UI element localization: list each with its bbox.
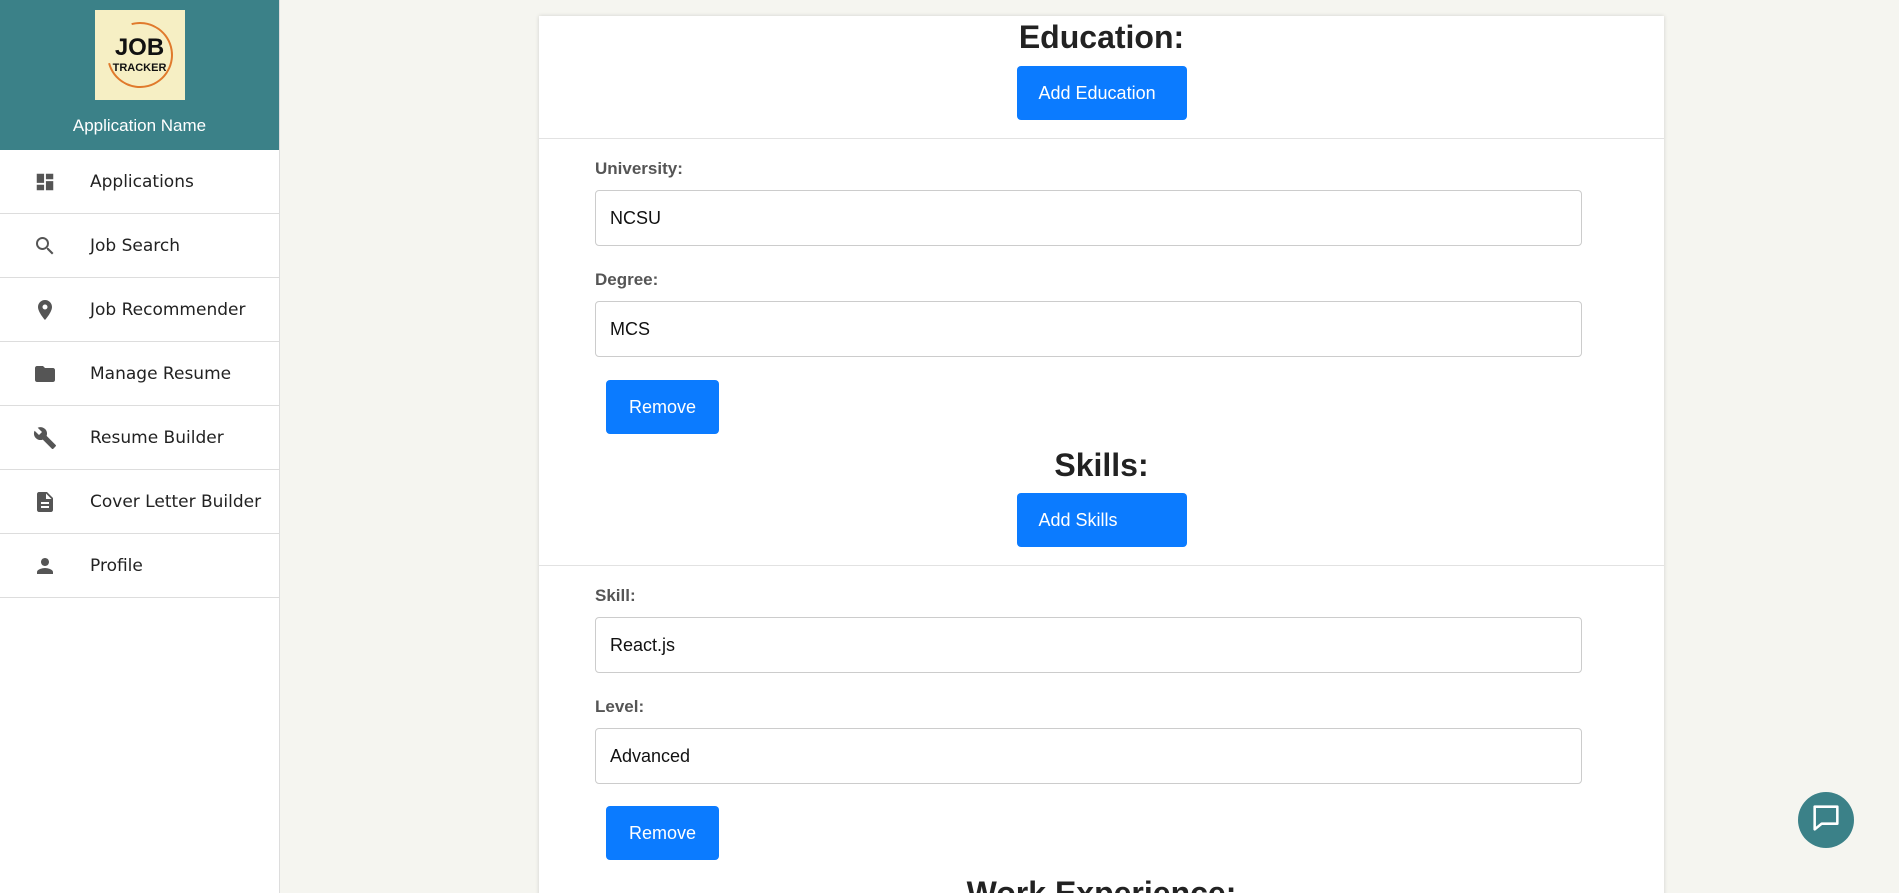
- skill-field-group: Skill:: [595, 586, 1664, 673]
- location-pin-icon: [0, 298, 90, 322]
- university-label: University:: [595, 159, 683, 178]
- dashboard-icon: [0, 171, 90, 193]
- sidebar-header: JOB TRACKER Application Name: [0, 0, 279, 150]
- sidebar-item-manage-resume[interactable]: Manage Resume: [0, 342, 279, 406]
- degree-input[interactable]: [595, 301, 1582, 357]
- skill-input[interactable]: [595, 617, 1582, 673]
- level-input[interactable]: [595, 728, 1582, 784]
- folder-icon: [0, 362, 90, 386]
- sidebar-item-profile[interactable]: Profile: [0, 534, 279, 598]
- wrench-icon: [0, 426, 90, 450]
- sidebar-item-label: Profile: [90, 555, 143, 576]
- logo-text-job: JOB: [114, 34, 165, 61]
- sidebar-item-label: Job Search: [90, 235, 181, 256]
- education-title: Education:: [1018, 19, 1185, 55]
- level-label: Level:: [595, 697, 645, 716]
- sidebar-item-label: Job Recommender: [90, 299, 246, 320]
- logo-text-tracker: TRACKER: [112, 62, 167, 74]
- sidebar-item-label: Applications: [90, 171, 194, 192]
- sidebar-item-cover-letter-builder[interactable]: Cover Letter Builder: [0, 470, 279, 534]
- app-logo: JOB TRACKER: [94, 9, 185, 101]
- skill-label: Skill:: [595, 586, 636, 605]
- degree-field-group: Degree:: [595, 270, 1664, 357]
- skills-title: Skills:: [1054, 447, 1149, 483]
- add-education-button[interactable]: Add Education: [1016, 66, 1187, 120]
- sidebar-item-job-recommender[interactable]: Job Recommender: [0, 278, 279, 342]
- section-divider: [539, 138, 1664, 139]
- section-divider: [539, 565, 1664, 566]
- add-skills-button[interactable]: Add Skills: [1016, 493, 1187, 547]
- resume-form-card: Education: Add Education University: Deg…: [539, 16, 1664, 893]
- sidebar: JOB TRACKER Application Name Application…: [0, 0, 280, 893]
- work-experience-title: Work Experience:: [966, 875, 1237, 893]
- chat-bubble-icon: [1809, 801, 1843, 840]
- sidebar-item-job-search[interactable]: Job Search: [0, 214, 279, 278]
- university-field-group: University:: [595, 159, 1664, 246]
- degree-label: Degree:: [595, 270, 659, 289]
- document-icon: [0, 490, 90, 514]
- sidebar-item-label: Manage Resume: [90, 363, 232, 384]
- remove-skill-button[interactable]: Remove: [606, 806, 719, 860]
- person-icon: [0, 554, 90, 578]
- university-input[interactable]: [595, 190, 1582, 246]
- sidebar-nav: Applications Job Search Job Recommender …: [0, 150, 279, 598]
- search-icon: [0, 234, 90, 258]
- level-field-group: Level:: [595, 697, 1664, 784]
- app-name: Application Name: [72, 116, 207, 135]
- sidebar-item-label: Resume Builder: [90, 427, 224, 448]
- sidebar-item-label: Cover Letter Builder: [90, 491, 262, 512]
- sidebar-item-applications[interactable]: Applications: [0, 150, 279, 214]
- chat-button[interactable]: [1798, 792, 1854, 848]
- remove-education-button[interactable]: Remove: [606, 380, 719, 434]
- sidebar-item-resume-builder[interactable]: Resume Builder: [0, 406, 279, 470]
